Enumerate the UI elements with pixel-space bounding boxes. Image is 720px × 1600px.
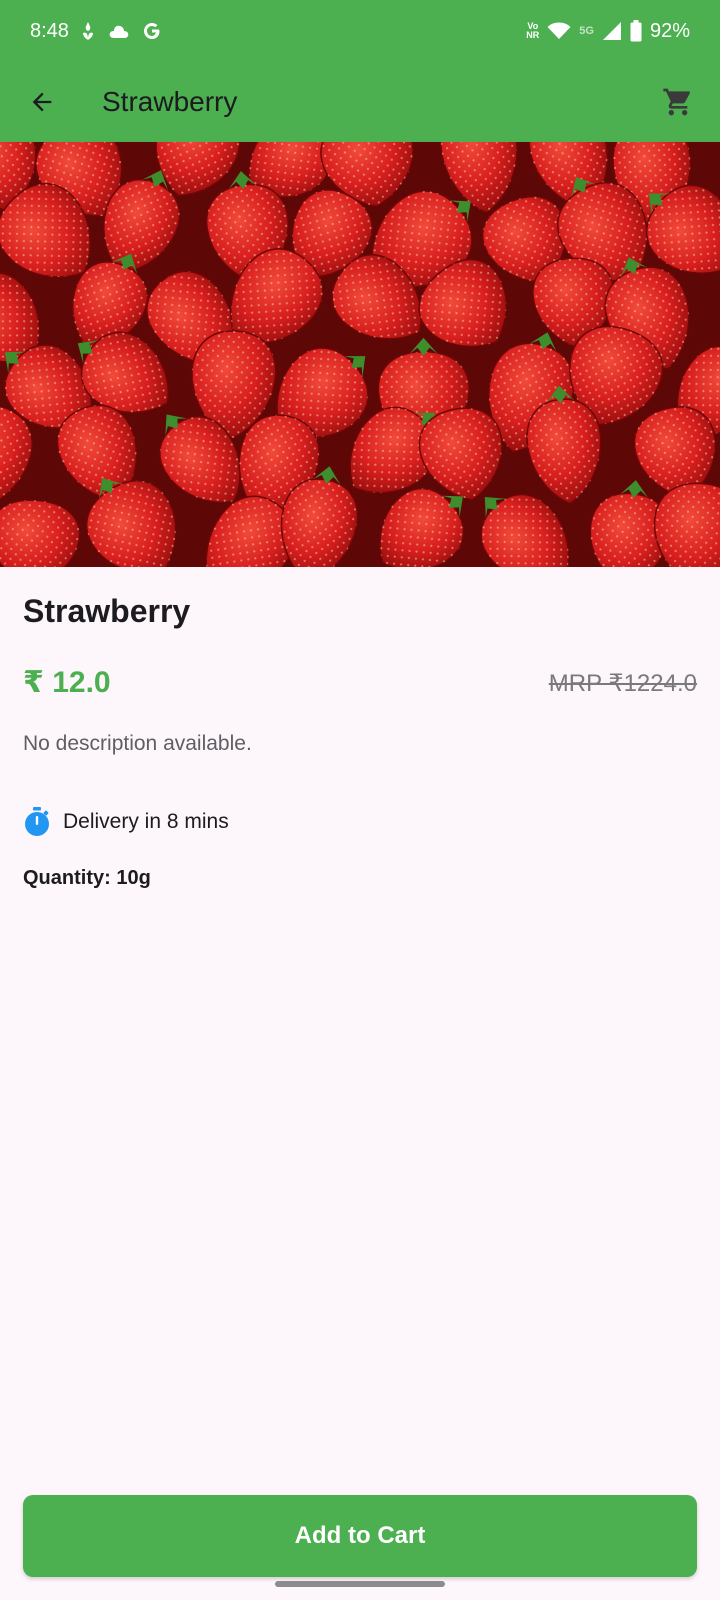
battery-icon [630,20,642,42]
product-price: ₹ 12.0 [23,666,111,699]
strawberries-image [0,142,720,567]
cloud-icon [109,25,129,38]
cell-signal-icon [602,22,621,40]
cart-button[interactable] [656,80,700,124]
status-time: 8:48 [30,20,69,42]
google-icon [144,23,160,39]
add-to-cart-button[interactable]: Add to Cart [23,1495,697,1577]
app-bar: Strawberry [0,62,720,142]
timer-icon [25,807,49,836]
delivery-info: Delivery in 8 mins [23,805,229,839]
status-bar: 8:48 Vo NR 5G 92% [0,0,720,62]
product-mrp: MRP ₹1224.0 [548,670,697,697]
home-indicator[interactable] [275,1581,445,1587]
delivery-text: Delivery in 8 mins [63,810,229,833]
product-description: No description available. [23,732,252,755]
arrow-back-icon [32,92,52,112]
back-button[interactable] [20,80,64,124]
product-name: Strawberry [23,593,191,629]
wifi-icon [547,22,571,39]
status-system-icons: Vo NR 5G 92% [526,18,690,44]
product-image [0,142,720,567]
fan-notification-icon [83,22,93,40]
network-type: 5G [579,25,594,37]
page-title: Strawberry [102,86,238,117]
product-quantity: Quantity: 10g [23,867,151,889]
shopping-cart-icon [663,88,690,116]
battery-percent: 92% [649,19,690,42]
status-notification-icons [80,18,162,44]
volte-indicator: Vo NR [526,21,540,40]
